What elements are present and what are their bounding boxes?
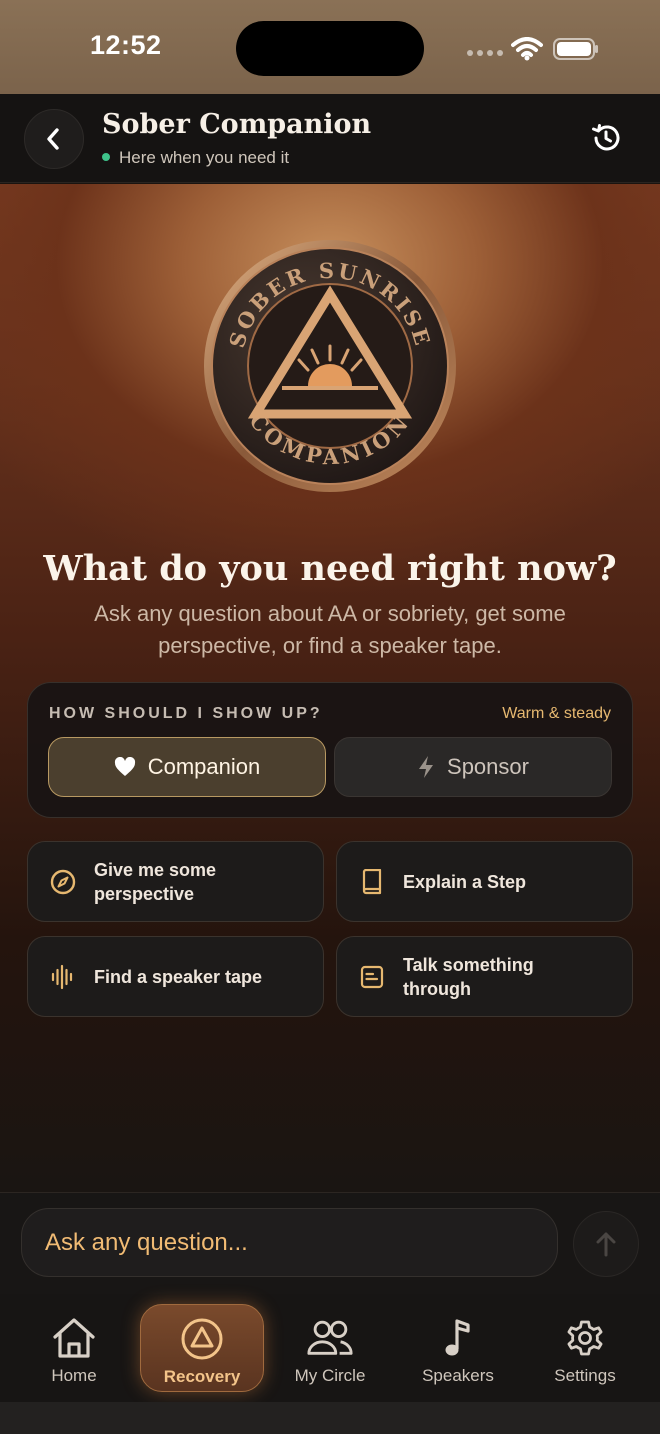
tab-speakers[interactable]: Speakers [396,1304,520,1392]
explain-step-action-label: Explain a Step [403,871,527,892]
cellular-signal-icon [467,50,503,60]
tab-settings-label: Settings [554,1366,616,1385]
explain-step-action-card[interactable]: Explain a Step [336,841,633,922]
tab-my-circle-label: My Circle [294,1366,366,1385]
history-icon [592,124,620,151]
history-button[interactable] [586,118,626,158]
heart-icon [114,757,135,776]
page-title: Sober Companion [102,109,372,140]
status-subtitle: Here when you need it [119,148,290,167]
tab-home-label: Home [51,1366,97,1385]
send-button[interactable] [573,1211,639,1277]
tab-recovery-label: Recovery [163,1367,241,1386]
people-icon [307,1320,353,1355]
perspective-action-card[interactable]: Give me some perspective [27,841,324,922]
online-status-dot [102,153,110,161]
mode-label: HOW SHOULD I SHOW UP? [49,705,323,722]
tab-home[interactable]: Home [12,1304,136,1392]
tab-my-circle[interactable]: My Circle [268,1304,392,1392]
home-icon [53,1318,95,1358]
battery-icon [553,38,598,60]
hero-headline: What do you need right now? [43,548,617,589]
question-input[interactable] [21,1208,558,1277]
compass-icon [50,869,76,894]
main-content: SOBER SUNRISE COMPANION What do you need… [0,184,660,1192]
chevron-left-icon [47,128,59,150]
music-note-icon [445,1319,470,1356]
question-input-bar [0,1192,660,1294]
back-button[interactable] [24,109,84,169]
companion-mode-label: Companion [147,754,261,779]
wifi-icon [511,37,543,61]
dynamic-island [236,21,424,76]
note-icon [360,965,384,988]
sponsor-mode-button[interactable]: Sponsor [334,737,612,797]
speaker-tape-action-card[interactable]: Find a speaker tape [27,936,324,1017]
tab-settings[interactable]: Settings [523,1304,647,1392]
hero-subtext: Ask any question about AA or sobriety, g… [94,601,566,658]
status-time: 12:52 [90,30,162,60]
home-indicator-area [0,1402,660,1434]
book-icon [362,868,382,894]
tab-recovery[interactable]: Recovery [140,1304,264,1392]
recovery-triangle-icon [181,1318,223,1360]
arrow-up-icon [596,1232,616,1257]
mode-selector-card: HOW SHOULD I SHOW UP? Warm & steady Comp… [27,682,633,818]
status-bar: 12:52 [0,0,660,94]
sponsor-mode-label: Sponsor [447,754,529,779]
companion-mode-button[interactable]: Companion [48,737,326,797]
app-header: Sober Companion Here when you need it [0,94,660,183]
bolt-icon [419,756,434,778]
talk-through-action-label: Talk something through [403,954,534,999]
waveform-icon [51,964,73,989]
gear-icon [567,1320,603,1356]
speaker-tape-action-label: Find a speaker tape [94,966,263,987]
perspective-action-label: Give me some perspective [94,859,217,904]
tab-speakers-label: Speakers [422,1366,494,1385]
mode-hint: Warm & steady [502,705,611,722]
talk-through-action-card[interactable]: Talk something through [336,936,633,1017]
sober-sunrise-medallion: SOBER SUNRISE COMPANION [204,240,456,492]
